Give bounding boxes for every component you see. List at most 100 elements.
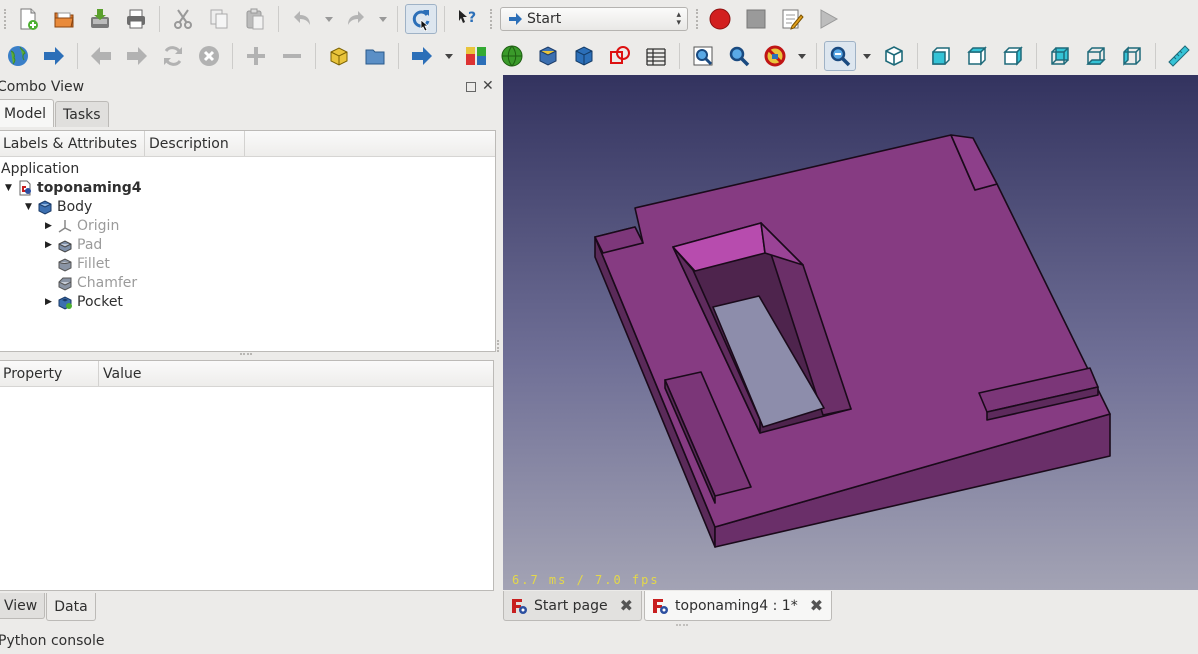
new-document-button[interactable] — [12, 4, 44, 34]
link-actions-dropdown[interactable] — [442, 41, 456, 71]
link-actions-button[interactable] — [406, 41, 438, 71]
sketch-button[interactable] — [604, 41, 636, 71]
separator — [917, 43, 918, 69]
std-view-zoom-button[interactable] — [824, 41, 856, 71]
tree-item-pad[interactable]: ▶ Pad — [45, 235, 102, 254]
view-fit-all-button[interactable] — [687, 41, 719, 71]
view-top-button[interactable] — [961, 41, 993, 71]
execute-macro-button[interactable] — [812, 4, 844, 34]
property-view: Property Value — [0, 360, 494, 591]
stop-macro-button[interactable] — [740, 4, 772, 34]
tree-item-label: Chamfer — [77, 274, 138, 291]
view-bottom-button[interactable] — [1080, 41, 1112, 71]
zoom-icon — [830, 46, 851, 67]
view-fit-selection-button[interactable] — [723, 41, 755, 71]
workbench-part-button[interactable] — [460, 41, 492, 71]
tree-item-chamfer[interactable]: Chamfer — [45, 273, 137, 292]
3d-model[interactable] — [503, 75, 1198, 590]
tree-item-application[interactable]: Application — [1, 159, 79, 178]
draw-style-button[interactable] — [759, 41, 791, 71]
edit-macro-button[interactable] — [776, 4, 808, 34]
spreadsheet-button[interactable] — [640, 41, 672, 71]
tree-item-fillet[interactable]: Fillet — [45, 254, 110, 273]
sphere-button[interactable] — [496, 41, 528, 71]
tree-item-pocket[interactable]: ▶ Pocket — [45, 292, 123, 311]
column-labels-attributes[interactable]: Labels & Attributes — [0, 131, 145, 156]
float-panel-icon[interactable] — [466, 82, 476, 92]
expand-open-icon[interactable]: ▼ — [5, 183, 17, 193]
web-home-button[interactable] — [2, 41, 34, 71]
axonometric-icon — [885, 46, 903, 66]
zoom-out-web-button[interactable] — [276, 41, 308, 71]
workbench-selector[interactable]: Start ▴ ▾ — [500, 7, 688, 31]
tab-start-page[interactable]: Start page ✖ — [503, 591, 643, 621]
cut-button[interactable] — [167, 4, 199, 34]
tree-item-toponaming4[interactable]: ▼ toponaming4 — [5, 178, 141, 197]
redo-button[interactable] — [340, 4, 372, 34]
paste-button[interactable] — [239, 4, 271, 34]
tab-data[interactable]: Data — [46, 593, 96, 621]
column-property[interactable]: Property — [0, 361, 99, 386]
paste-icon — [246, 8, 264, 30]
tree-item-body[interactable]: ▼ Body — [25, 197, 92, 216]
fillet-icon — [57, 256, 73, 272]
close-icon[interactable]: ✕ — [482, 78, 494, 94]
view-left-button[interactable] — [1116, 41, 1148, 71]
expand-closed-icon[interactable]: ▶ — [45, 240, 57, 250]
zoom-in-web-button[interactable] — [240, 41, 272, 71]
view-axonometric-button[interactable] — [878, 41, 910, 71]
save-icon — [91, 9, 109, 28]
workbench-selector-value: Start — [527, 11, 562, 27]
chevron-down-icon — [863, 54, 871, 59]
std-view-zoom-dropdown[interactable] — [860, 41, 874, 71]
print-button[interactable] — [120, 4, 152, 34]
forward-button[interactable] — [121, 41, 153, 71]
view-front-button[interactable] — [925, 41, 957, 71]
view-rear-button[interactable] — [1044, 41, 1076, 71]
tree-item-label: toponaming4 — [37, 179, 142, 196]
undo-dropdown[interactable] — [322, 4, 336, 34]
stop-loading-button[interactable] — [193, 41, 225, 71]
3d-view[interactable]: 6.7 ms / 7.0 fps — [503, 75, 1198, 590]
redo-dropdown[interactable] — [376, 4, 390, 34]
expand-closed-icon[interactable]: ▶ — [45, 221, 57, 231]
toolbar-grip[interactable] — [490, 9, 494, 29]
toolbar-grip[interactable] — [4, 9, 8, 29]
separator — [1155, 43, 1156, 69]
back-button[interactable] — [85, 41, 117, 71]
create-part-button[interactable] — [323, 41, 355, 71]
whats-this-button[interactable]: ? — [452, 4, 484, 34]
cube-button[interactable] — [568, 41, 600, 71]
close-icon[interactable]: ✖ — [620, 596, 633, 615]
web-go-button[interactable] — [38, 41, 70, 71]
column-description[interactable]: Description — [145, 131, 245, 156]
tab-toponaming4[interactable]: toponaming4 : 1* ✖ — [644, 591, 833, 621]
splitter-handle[interactable] — [676, 624, 688, 628]
close-icon[interactable]: ✖ — [810, 596, 823, 615]
measure-button[interactable] — [1163, 41, 1195, 71]
save-document-button[interactable] — [84, 4, 116, 34]
undo-button[interactable] — [286, 4, 318, 34]
splitter-handle[interactable] — [240, 353, 252, 357]
tab-tasks[interactable]: Tasks — [55, 101, 109, 127]
tree-item-origin[interactable]: ▶ Origin — [45, 216, 119, 235]
reload-button[interactable] — [157, 41, 189, 71]
expand-open-icon[interactable]: ▼ — [25, 202, 37, 212]
refresh-button[interactable] — [405, 4, 437, 34]
draw-style-dropdown[interactable] — [795, 41, 809, 71]
separator — [315, 43, 316, 69]
create-group-button[interactable] — [359, 41, 391, 71]
body-button[interactable] — [532, 41, 564, 71]
copy-button[interactable] — [203, 4, 235, 34]
document-tabs: Start page ✖ toponaming4 : 1* ✖ — [503, 591, 834, 621]
play-icon — [820, 9, 839, 29]
tab-view[interactable]: View — [0, 593, 46, 619]
column-value[interactable]: Value — [99, 361, 493, 386]
toolbar-grip[interactable] — [696, 9, 700, 29]
record-macro-button[interactable] — [704, 4, 736, 34]
expand-closed-icon[interactable]: ▶ — [45, 297, 57, 307]
view-right-button[interactable] — [997, 41, 1029, 71]
vertical-splitter-handle[interactable] — [497, 340, 501, 352]
tab-model[interactable]: Model — [0, 99, 55, 127]
open-document-button[interactable] — [48, 4, 80, 34]
